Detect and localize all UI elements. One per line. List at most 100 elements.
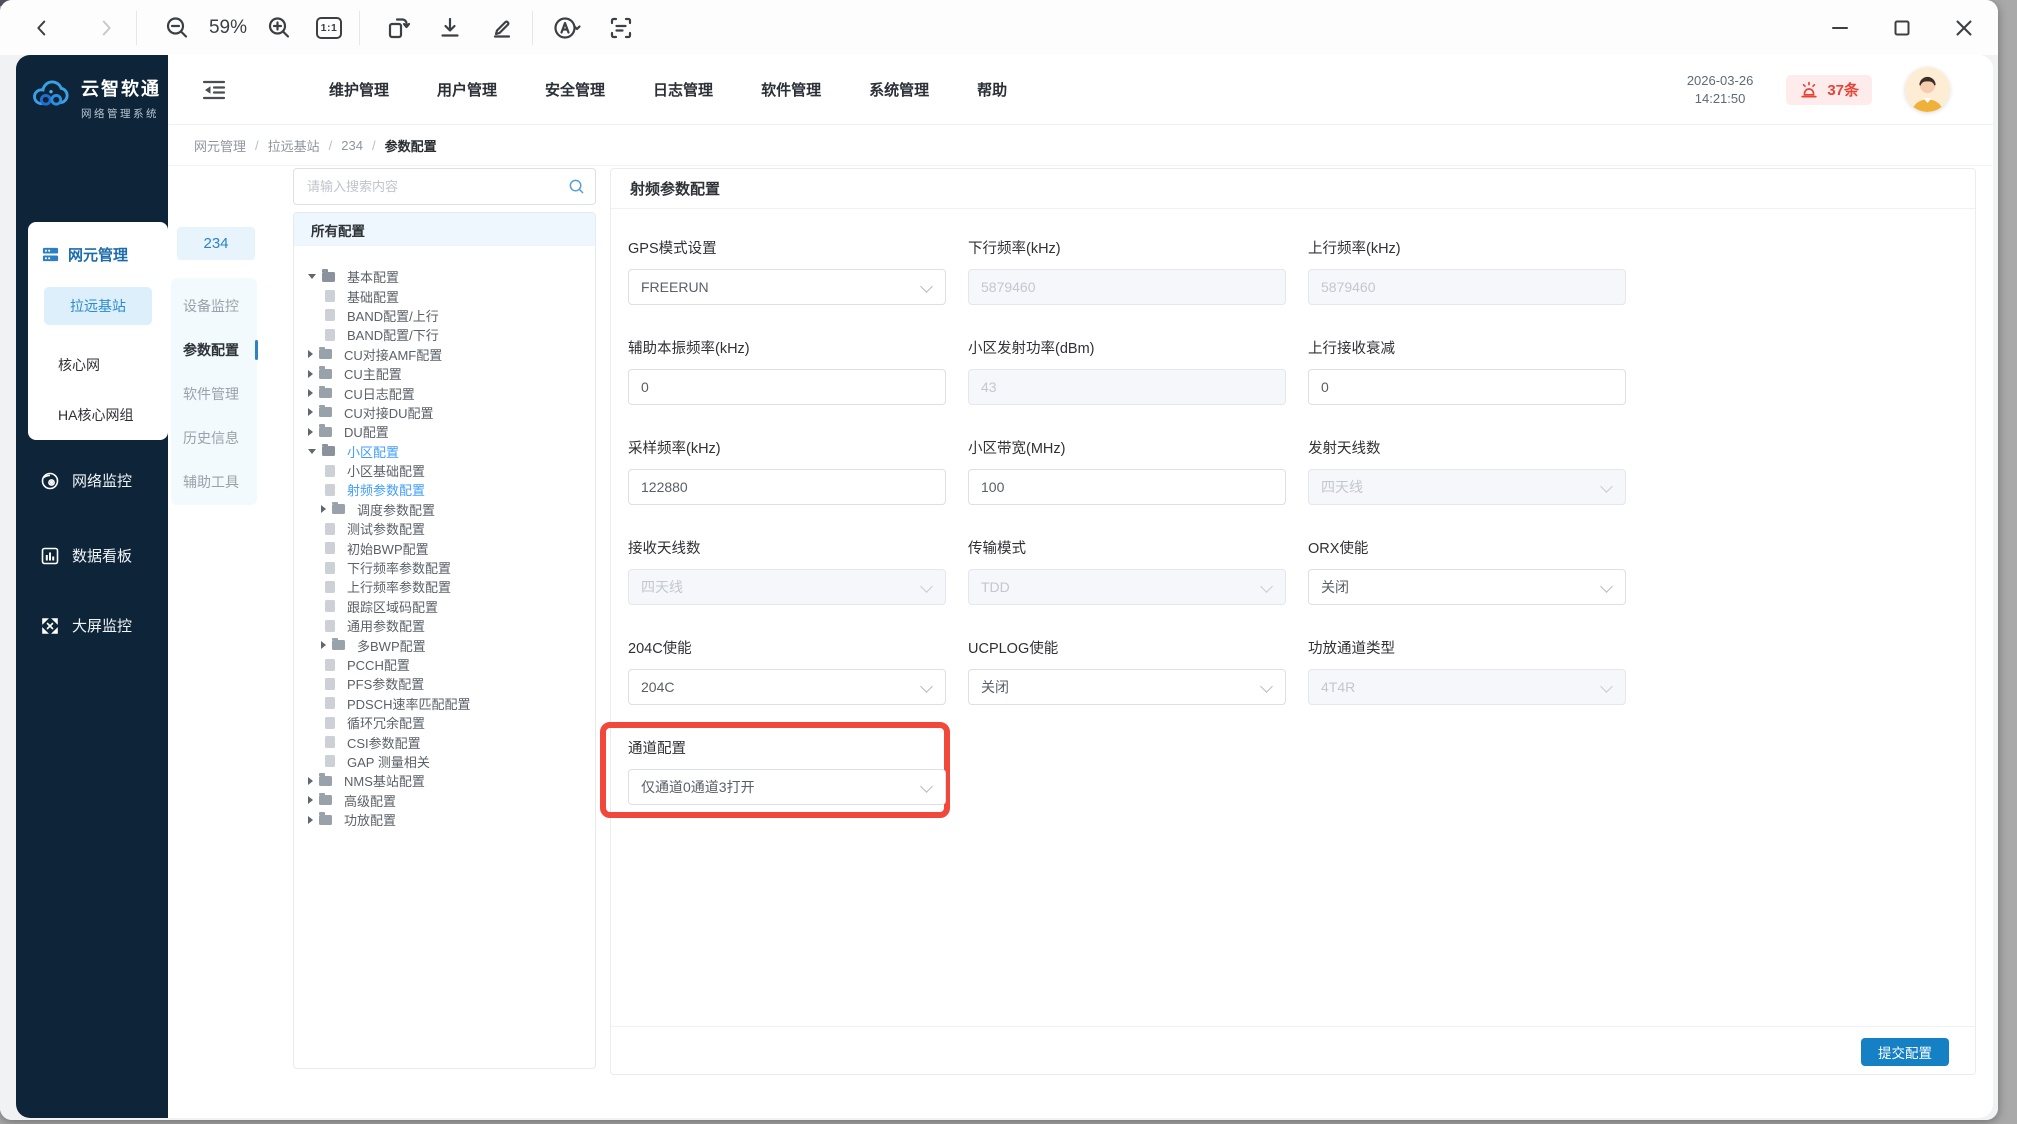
uplink-rx-atten-input[interactable] — [1308, 369, 1626, 405]
chevron-down-icon — [1600, 680, 1613, 693]
minimize-button[interactable] — [1822, 10, 1858, 46]
tab-aux-tools[interactable]: 辅助工具 — [171, 460, 257, 504]
caret-down-icon[interactable] — [308, 274, 316, 280]
caret-right-icon[interactable] — [308, 796, 313, 805]
zoom-out-button[interactable] — [159, 10, 195, 46]
ocr-scan-button[interactable] — [603, 10, 639, 46]
caret-right-icon[interactable] — [308, 369, 313, 378]
tree-node[interactable]: BAND配置/上行 — [294, 306, 595, 325]
aux-lo-freq-input[interactable] — [628, 369, 946, 405]
maximize-button[interactable] — [1884, 10, 1920, 46]
caret-down-icon[interactable] — [308, 448, 316, 454]
document-icon — [325, 600, 335, 613]
tree-node[interactable]: 测试参数配置 — [294, 519, 595, 538]
tree-node[interactable]: 循环冗余配置 — [294, 713, 595, 732]
caret-right-icon[interactable] — [321, 505, 326, 514]
tree-node[interactable]: 小区基础配置 — [294, 461, 595, 480]
rotate-button[interactable] — [380, 10, 416, 46]
tree-node[interactable]: 初始BWP配置 — [294, 538, 595, 557]
download-button[interactable] — [432, 10, 468, 46]
nav-item-maintenance[interactable]: 维护管理 — [329, 79, 389, 100]
tree-node[interactable]: CU主配置 — [294, 364, 595, 383]
forward-button[interactable] — [88, 10, 124, 46]
tree-node[interactable]: 基础配置 — [294, 286, 595, 305]
toolbar-divider — [359, 10, 360, 45]
tab-parameter-config[interactable]: 参数配置 — [171, 328, 258, 372]
tree-node[interactable]: 跟踪区域码配置 — [294, 597, 595, 616]
tree-node[interactable]: 高级配置 — [294, 791, 595, 810]
tree-node[interactable]: PDSCH速率匹配配置 — [294, 694, 595, 713]
caret-right-icon[interactable] — [308, 815, 313, 824]
tree-node[interactable]: PFS参数配置 — [294, 674, 595, 693]
breadcrumb-item[interactable]: 拉远基站 — [268, 136, 320, 155]
tree-node[interactable]: NMS基站配置 — [294, 771, 595, 790]
nav-item-logs[interactable]: 日志管理 — [653, 79, 713, 100]
tree-node[interactable]: 调度参数配置 — [294, 500, 595, 519]
caret-right-icon[interactable] — [308, 350, 313, 359]
collapse-menu-button[interactable] — [200, 76, 228, 104]
alarm-badge[interactable]: 37条 — [1786, 74, 1872, 105]
submit-config-button[interactable]: 提交配置 — [1861, 1038, 1949, 1066]
tree-node[interactable]: 功放配置 — [294, 810, 595, 829]
bar-chart-icon — [41, 547, 59, 564]
tree-node[interactable]: CSI参数配置 — [294, 732, 595, 751]
caret-right-icon[interactable] — [308, 389, 313, 398]
tree-node[interactable]: CU对接DU配置 — [294, 403, 595, 422]
sidebar-item-ha-core-group[interactable]: HA核心网组 — [28, 405, 168, 425]
sidebar-item-network-elements[interactable]: 网元管理 — [28, 222, 168, 265]
tree-node[interactable]: 基本配置 — [294, 267, 595, 286]
enable-204c-select[interactable]: 204C — [628, 669, 946, 705]
nav-item-system[interactable]: 系统管理 — [869, 79, 929, 100]
search-input[interactable] — [293, 168, 596, 205]
tree-node[interactable]: CU日志配置 — [294, 383, 595, 402]
nav-item-help[interactable]: 帮助 — [977, 79, 1007, 100]
back-button[interactable] — [24, 10, 60, 46]
tree-node[interactable]: BAND配置/下行 — [294, 325, 595, 344]
ucplog-enable-select[interactable]: 关闭 — [968, 669, 1286, 705]
tab-device-monitor[interactable]: 设备监控 — [171, 284, 257, 328]
sidebar-item-core-network[interactable]: 核心网 — [28, 355, 168, 375]
tree-header[interactable]: 所有配置 — [294, 213, 595, 246]
orx-enable-select[interactable]: 关闭 — [1308, 569, 1626, 605]
tree-node[interactable]: DU配置 — [294, 422, 595, 441]
close-button[interactable] — [1946, 10, 1982, 46]
actual-size-button[interactable]: 1:1 — [311, 10, 347, 46]
caret-right-icon[interactable] — [308, 776, 313, 785]
nav-item-software[interactable]: 软件管理 — [761, 79, 821, 100]
breadcrumb-separator: / — [328, 137, 333, 153]
nav-item-security[interactable]: 安全管理 — [545, 79, 605, 100]
tree-node[interactable]: 下行频率参数配置 — [294, 558, 595, 577]
tree-node[interactable]: PCCH配置 — [294, 655, 595, 674]
tab-software-manage[interactable]: 软件管理 — [171, 372, 257, 416]
tree-node[interactable]: 上行频率参数配置 — [294, 577, 595, 596]
nav-item-users[interactable]: 用户管理 — [437, 79, 497, 100]
sidebar-item-network-monitor[interactable]: 网络监控 — [16, 470, 168, 491]
annotate-button[interactable] — [484, 10, 520, 46]
caret-right-icon[interactable] — [308, 427, 313, 436]
tree-node[interactable]: 多BWP配置 — [294, 635, 595, 654]
sidebar-item-big-screen[interactable]: 大屏监控 — [16, 615, 168, 636]
tree-node-selected[interactable]: 小区配置 — [294, 442, 595, 461]
zoom-in-button[interactable] — [261, 10, 297, 46]
search-icon[interactable] — [568, 178, 585, 195]
tree-node[interactable]: CU对接AMF配置 — [294, 345, 595, 364]
channel-config-select[interactable]: 仅通道0通道3打开 — [628, 769, 946, 805]
caret-right-icon[interactable] — [308, 408, 313, 417]
caret-right-icon[interactable] — [321, 641, 326, 650]
breadcrumb-item[interactable]: 234 — [341, 138, 363, 153]
sidebar-item-data-dashboard[interactable]: 数据看板 — [16, 545, 168, 566]
breadcrumb-item[interactable]: 网元管理 — [194, 136, 246, 155]
logo-title: 云智软通 — [81, 79, 161, 99]
user-avatar[interactable] — [1905, 67, 1950, 112]
tree-node[interactable]: GAP 测量相关 — [294, 752, 595, 771]
document-icon — [325, 464, 335, 477]
station-id-tab[interactable]: 234 — [177, 227, 255, 260]
sidebar-item-remote-station[interactable]: 拉远基站 — [44, 287, 152, 325]
translate-button[interactable] — [549, 10, 585, 46]
gps-mode-select[interactable]: FREERUN — [628, 269, 946, 305]
tree-node[interactable]: 通用参数配置 — [294, 616, 595, 635]
cell-bandwidth-input[interactable] — [968, 469, 1286, 505]
sample-rate-input[interactable] — [628, 469, 946, 505]
tab-history-info[interactable]: 历史信息 — [171, 416, 257, 460]
tree-node-active[interactable]: 射频参数配置 — [294, 480, 595, 499]
